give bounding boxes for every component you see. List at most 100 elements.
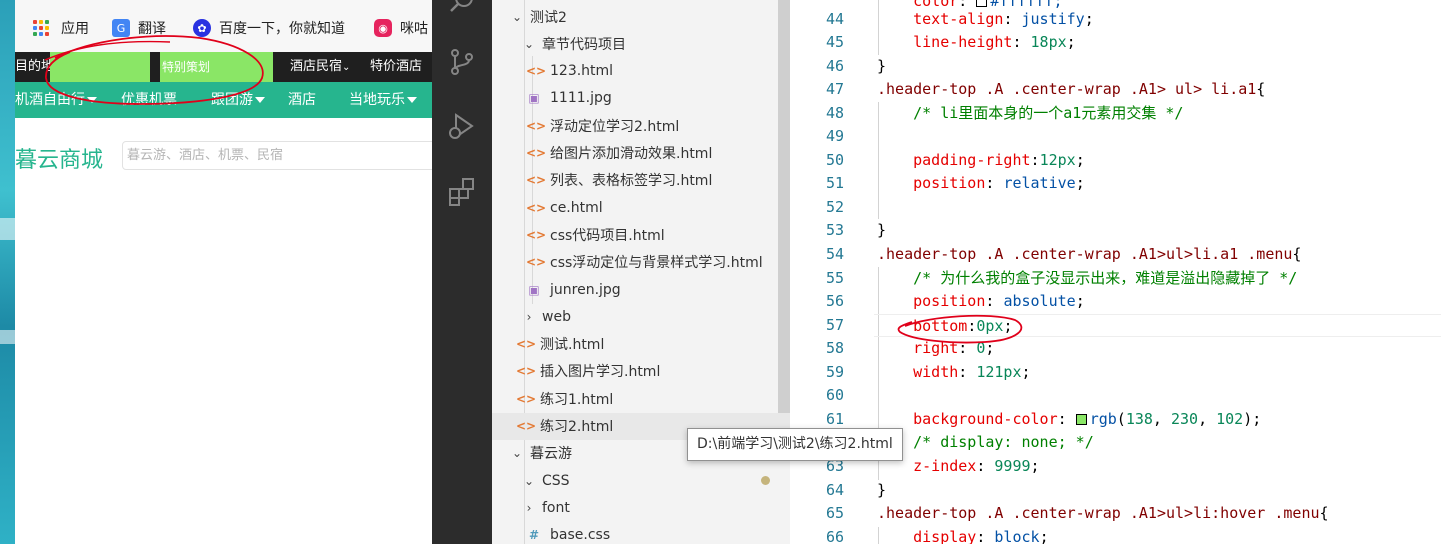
tree-item[interactable]: ▣ junren.jpg: [492, 276, 790, 303]
bookmark-label: 百度一下，你就知道: [219, 21, 345, 37]
chevron-down-icon: [255, 97, 265, 103]
tree-item[interactable]: <> css浮动定位与背景样式学习.html: [492, 249, 790, 276]
chevron-down-icon[interactable]: ⌄: [522, 37, 536, 51]
bookmark-translate[interactable]: G 翻译: [112, 18, 166, 38]
html-file-icon: <>: [526, 173, 547, 188]
tree-item[interactable]: ⌄ 测试2: [492, 3, 790, 30]
tree-item-label: 练习2.html: [540, 419, 614, 435]
tree-item[interactable]: <> 列表、表格标签学习.html: [492, 167, 790, 194]
tree-item[interactable]: <> 给图片添加滑动效果.html: [492, 140, 790, 167]
nav-item-flight-hotel[interactable]: 机酒自由行: [15, 82, 97, 118]
main-nav: 机酒自由行 优惠机票 跟团游 酒店 当地玩乐: [15, 82, 432, 118]
tree-item[interactable]: <> css代码项目.html: [492, 221, 790, 248]
html-file-icon: <>: [526, 200, 547, 215]
line-number: 46: [825, 56, 844, 75]
line-number: 58: [825, 339, 844, 358]
tree-item-label: ce.html: [550, 199, 603, 216]
chevron-right-icon[interactable]: ›: [522, 310, 536, 324]
tree-item[interactable]: <> 123.html: [492, 58, 790, 85]
tree-item[interactable]: <> 练习1.html: [492, 385, 790, 412]
tree-item-label: CSS: [542, 472, 570, 489]
run-debug-icon[interactable]: [446, 110, 478, 142]
tree-item[interactable]: › web: [492, 303, 790, 330]
chevron-down-icon: [407, 97, 417, 103]
tree-item-label: 练习1.html: [540, 391, 614, 408]
css-file-icon: #: [528, 528, 540, 543]
tree-item-label: font: [542, 499, 570, 516]
html-file-icon: <>: [516, 364, 537, 379]
code-line: text-align: justify;: [877, 9, 1094, 28]
nav-item-cheap-flights[interactable]: 优惠机票: [121, 82, 177, 118]
search-icon[interactable]: [446, 0, 478, 18]
code-line: background-color: rgb(138, 230, 102);: [877, 409, 1262, 428]
site-logo[interactable]: 暮云商城: [15, 142, 103, 174]
html-file-icon: <>: [526, 146, 547, 160]
bookmark-label: 咪咕: [400, 21, 428, 37]
line-number: 59: [825, 362, 844, 381]
line-number: 55: [825, 268, 844, 287]
html-file-icon: <>: [526, 64, 547, 79]
tree-item[interactable]: <> ce.html: [492, 194, 790, 221]
header-top-nav: 目的地别策划 特别策划 酒店民宿⌄ 特价酒店: [15, 52, 432, 82]
line-number: 51: [825, 174, 844, 193]
menu-green-box: [50, 52, 150, 82]
apps-grid-icon: [33, 20, 49, 36]
source-control-icon[interactable]: [446, 46, 478, 78]
code-editor[interactable]: color: #ffffff; 44 45 46 47 48 49 50 51 52 53 54 55…: [790, 0, 1441, 544]
bookmark-apps[interactable]: 应用: [33, 18, 89, 38]
baidu-paw-icon: ✿: [193, 19, 211, 37]
chevron-right-icon[interactable]: ›: [522, 501, 536, 515]
tree-item[interactable]: <> 测试.html: [492, 331, 790, 358]
code-line: .header-top .A .center-wrap .A1>ul>li.a1…: [877, 245, 1302, 263]
code-line: /* display: none; */: [877, 433, 1094, 452]
tree-item-label: 1111.jpg: [550, 90, 612, 107]
html-file-icon: <>: [516, 419, 537, 433]
tree-item[interactable]: ⌄ CSS: [492, 467, 790, 494]
nav-item-hotel[interactable]: 酒店: [288, 82, 316, 118]
code-line: display: block;: [877, 527, 1049, 544]
nav-item-special-hotel[interactable]: 特价酒店: [370, 52, 422, 82]
code-line: /* li里面本身的一个a1元素用交集 */: [877, 103, 1184, 122]
extensions-icon[interactable]: [446, 176, 478, 208]
line-number: 60: [825, 386, 844, 405]
tree-item-label: web: [542, 308, 571, 325]
nav-item-group-tour[interactable]: 跟团游: [211, 82, 265, 118]
bookmark-baidu[interactable]: ✿ 百度一下，你就知道: [193, 18, 345, 38]
tree-item[interactable]: › font: [492, 494, 790, 521]
tree-item[interactable]: <> 插入图片学习.html: [492, 358, 790, 385]
menu-special-plan[interactable]: 特别策划: [160, 52, 273, 82]
line-number: 54: [825, 245, 844, 263]
color-swatch-icon[interactable]: [1075, 413, 1087, 425]
code-line: .header-top .A .center-wrap .A1>ul>li:ho…: [877, 504, 1329, 523]
site-search-input[interactable]: [122, 141, 432, 170]
tree-item-label: css代码项目.html: [550, 227, 665, 244]
tree-item-label: 测试2: [530, 9, 567, 26]
nav-item-hotel-homestay[interactable]: 酒店民宿⌄: [290, 52, 350, 83]
line-number: 47: [825, 80, 844, 99]
line-number: 49: [825, 127, 844, 146]
tree-item[interactable]: # base.css: [492, 522, 790, 544]
nav-item-local-fun[interactable]: 当地玩乐: [349, 82, 417, 118]
code-line: }: [877, 480, 887, 499]
tree-item[interactable]: <> 浮动定位学习2.html: [492, 112, 790, 139]
code-line: line-height: 18px;: [877, 33, 1076, 52]
chevron-down-icon[interactable]: ⌄: [510, 446, 524, 460]
code-line: }: [877, 221, 887, 240]
tree-item[interactable]: ⌄ 章节代码项目: [492, 30, 790, 57]
line-number: 45: [825, 33, 844, 52]
line-number: 66: [825, 527, 844, 544]
line-number: 53: [825, 221, 844, 240]
chevron-down-icon[interactable]: ⌄: [510, 10, 524, 24]
code-line: position: relative;: [877, 174, 1085, 193]
bookmark-migu[interactable]: ◉ 咪咕: [374, 18, 428, 38]
chevron-down-icon[interactable]: ⌄: [522, 474, 536, 488]
html-file-icon: <>: [526, 255, 547, 270]
browser-window: 应用 G 翻译 ✿ 百度一下，你就知道 ◉ 咪咕 目的地别策划 特别策划 酒店民…: [0, 0, 432, 544]
line-number: 57: [825, 315, 844, 334]
line-number: 64: [825, 480, 844, 499]
bookmarks-bar: 应用 G 翻译 ✿ 百度一下，你就知道 ◉ 咪咕: [15, 0, 432, 52]
tree-item[interactable]: ▣ 1111.jpg: [492, 85, 790, 112]
line-number: 50: [825, 150, 844, 169]
tree-item-label: 列表、表格标签学习.html: [550, 173, 713, 190]
code-line: width: 121px;: [877, 362, 1031, 381]
